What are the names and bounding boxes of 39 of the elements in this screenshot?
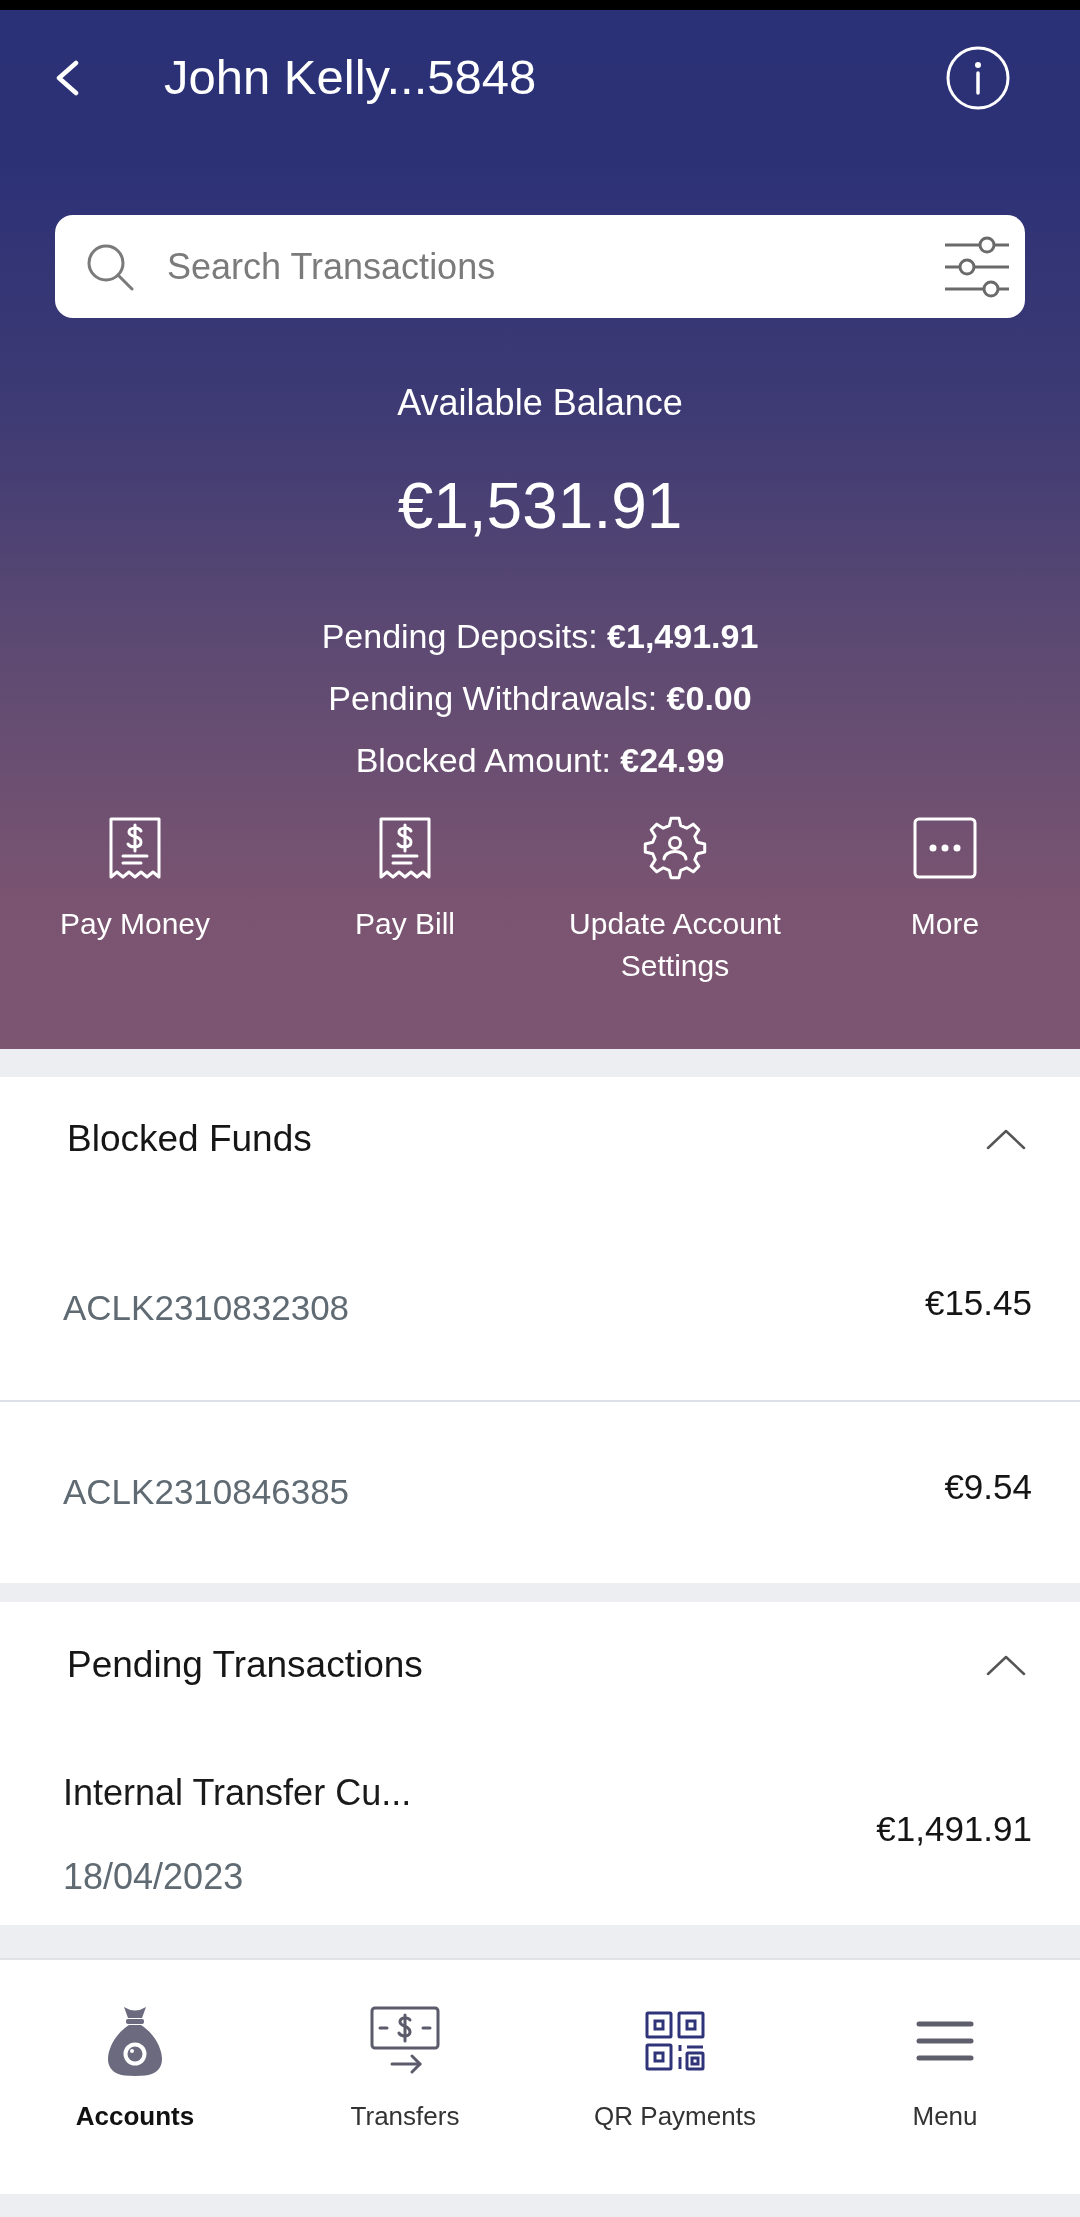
balance-detail: Blocked Amount: €24.99: [355, 740, 725, 781]
page-title: John Kelly...5848: [164, 49, 537, 107]
user-gear-icon: [643, 816, 707, 880]
balance-detail: Pending Withdrawals: €0.00: [328, 678, 752, 719]
action-button[interactable]: More: [906, 815, 984, 987]
search-icon: [86, 242, 134, 291]
cash-arrow-icon: [370, 2006, 440, 2076]
balance-label: Available Balance: [397, 381, 683, 425]
action-button[interactable]: Update Account Settings: [557, 815, 793, 987]
action-button[interactable]: Pay Bill: [350, 815, 459, 987]
section-title: Pending Transactions: [67, 1643, 423, 1688]
receipt-icon: [378, 816, 432, 880]
menu-icon: [916, 2021, 974, 2061]
transaction-date: 18/04/2023: [63, 1854, 245, 1899]
nav-tab[interactable]: Menu: [904, 2003, 986, 2134]
transaction-description: Internal Transfer Cu...: [63, 1770, 412, 1815]
back-icon[interactable]: [55, 60, 79, 96]
chevron-up-icon[interactable]: [986, 1654, 1026, 1676]
search-input[interactable]: Search Transactions: [167, 231, 923, 302]
reference-text: ACLK2310832308: [63, 1287, 350, 1330]
amount-text: €9.54: [944, 1466, 1032, 1509]
section-title: Blocked Funds: [67, 1117, 312, 1162]
action-button[interactable]: Pay Money: [55, 815, 215, 987]
info-icon[interactable]: [946, 46, 1010, 110]
money-bag-icon: [105, 2005, 165, 2077]
amount-text: €1,491.91: [876, 1808, 1032, 1851]
dots-square-icon: [913, 817, 977, 879]
qr-code-icon: [645, 2011, 705, 2071]
sliders-icon[interactable]: [943, 234, 1011, 299]
amount-text: €15.45: [924, 1282, 1032, 1325]
balance-detail: Pending Deposits: €1,491.91: [321, 616, 759, 657]
nav-tab[interactable]: QR Payments: [586, 2003, 764, 2134]
chevron-up-icon[interactable]: [986, 1128, 1026, 1150]
reference-text: ACLK2310846385: [63, 1471, 350, 1514]
receipt-icon: [108, 816, 162, 880]
balance-amount: €1,531.91: [397, 469, 683, 544]
nav-tab[interactable]: Accounts: [67, 2003, 203, 2134]
search-field[interactable]: Search Transactions: [55, 215, 1025, 318]
nav-tab[interactable]: Transfers: [342, 2003, 468, 2134]
